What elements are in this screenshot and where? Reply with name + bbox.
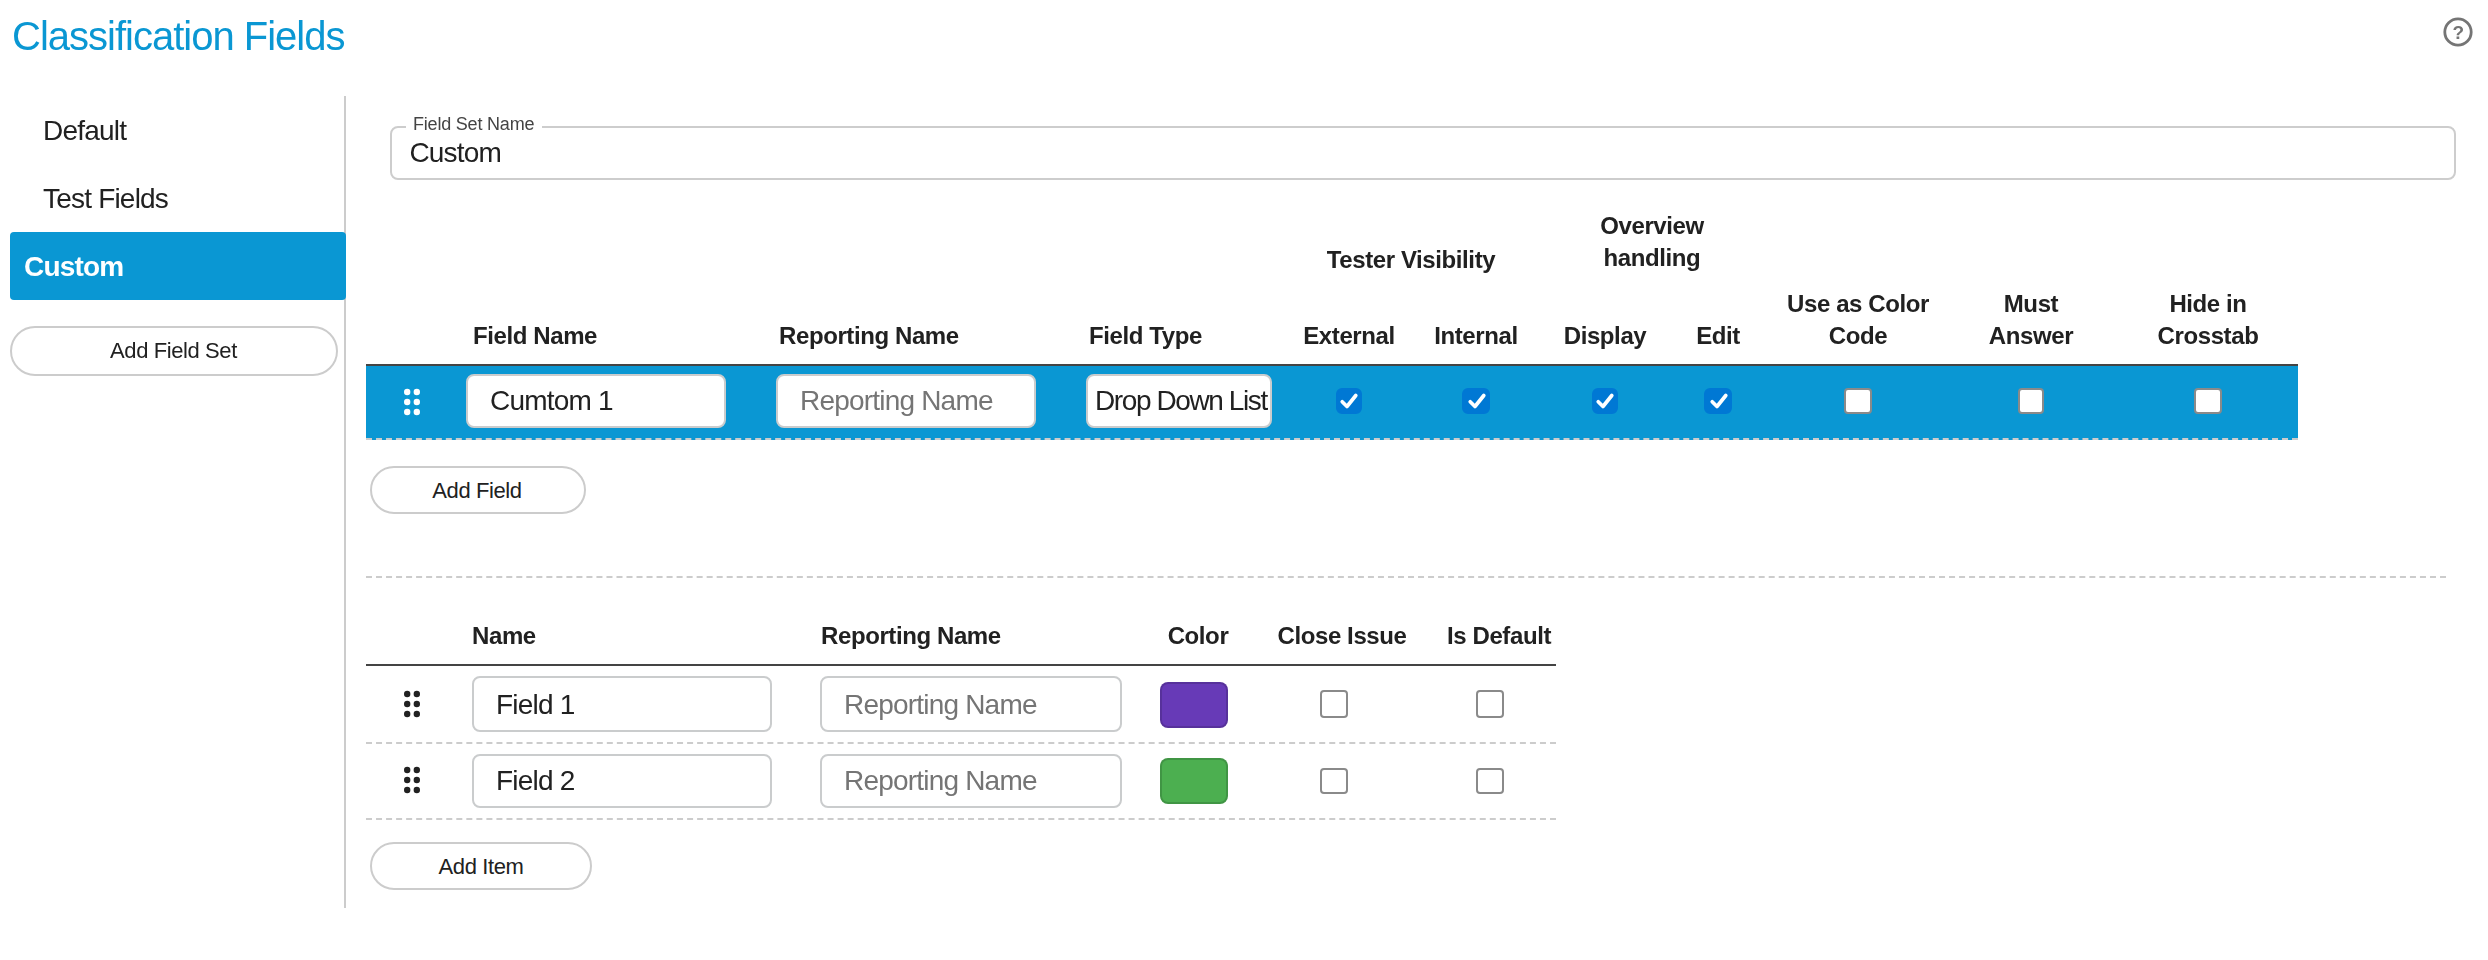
field-type-input[interactable]	[1085, 373, 1271, 428]
item-reporting-name-input[interactable]	[820, 753, 1122, 808]
col-header-reporting-name: Reporting Name	[779, 321, 959, 353]
col-header-external: External	[1303, 321, 1395, 353]
group-header-overview-handling: Overview handling	[1590, 213, 1714, 275]
item-checkbox-is-default[interactable]	[1477, 767, 1504, 794]
help-icon[interactable]: ?	[2441, 16, 2473, 48]
item-col-header-close-issue: Close Issue	[1278, 620, 1407, 652]
field-set-name-input[interactable]	[390, 125, 2456, 180]
group-header-tester-visibility: Tester Visibility	[1327, 244, 1495, 276]
col-header-display: Display	[1564, 321, 1647, 353]
sidebar-item-test-fields[interactable]: Test Fields	[0, 163, 344, 231]
col-header-internal: Internal	[1434, 321, 1518, 353]
checkbox-must-answer[interactable]	[2018, 388, 2045, 415]
sidebar-item-custom[interactable]: Custom	[10, 231, 346, 299]
item-col-header-is-default: Is Default	[1447, 620, 1551, 652]
col-header-must-answer: Must Answer	[1983, 289, 2079, 353]
item-color-swatch[interactable]	[1160, 758, 1228, 804]
col-header-hide-in-crosstab: Hide in Crosstab	[2150, 289, 2266, 353]
add-field-button[interactable]: Add Field	[369, 466, 585, 513]
svg-text:?: ?	[2451, 22, 2462, 43]
checkbox-internal[interactable]	[1463, 388, 1490, 415]
col-header-field-name: Field Name	[473, 321, 597, 353]
item-col-header-reporting-name: Reporting Name	[821, 620, 1001, 652]
checkbox-edit[interactable]	[1705, 388, 1732, 415]
item-row-divider	[366, 741, 1556, 743]
col-header-edit: Edit	[1696, 321, 1740, 353]
page-title: Classification Fields	[12, 9, 344, 65]
field-set-name-value: Custom	[409, 138, 501, 166]
item-name-input[interactable]	[472, 676, 772, 731]
item-row-divider	[366, 818, 1556, 820]
add-field-set-button[interactable]: Add Field Set	[10, 326, 337, 375]
item-col-header-name: Name	[472, 620, 536, 652]
item-checkbox-is-default[interactable]	[1477, 690, 1504, 717]
item-name-input[interactable]	[472, 753, 772, 808]
field-set-name-label: Field Set Name	[405, 114, 542, 134]
field-name-input[interactable]	[466, 373, 726, 428]
field-reporting-name-input[interactable]	[776, 373, 1036, 428]
section-divider	[366, 576, 2445, 578]
item-drag-handle-icon[interactable]	[402, 689, 422, 717]
item-reporting-name-input[interactable]	[820, 676, 1122, 731]
item-checkbox-close-issue[interactable]	[1321, 767, 1348, 794]
drag-handle-icon[interactable]	[402, 387, 422, 415]
checkbox-use-as-color-code[interactable]	[1845, 388, 1872, 415]
col-header-field-type: Field Type	[1089, 321, 1202, 353]
checkbox-display[interactable]	[1592, 388, 1619, 415]
sidebar-item-default[interactable]: Default	[0, 95, 344, 163]
items-header-underline	[366, 664, 1556, 666]
checkbox-hide-in-crosstab[interactable]	[2195, 388, 2222, 415]
col-header-use-as-color-code: Use as Color Code	[1782, 289, 1934, 353]
item-checkbox-close-issue[interactable]	[1321, 690, 1348, 717]
item-drag-handle-icon[interactable]	[402, 766, 422, 794]
item-col-header-color: Color	[1168, 620, 1229, 652]
add-item-button[interactable]: Add Item	[370, 842, 592, 890]
checkbox-external[interactable]	[1336, 388, 1363, 415]
item-color-swatch[interactable]	[1160, 681, 1228, 727]
